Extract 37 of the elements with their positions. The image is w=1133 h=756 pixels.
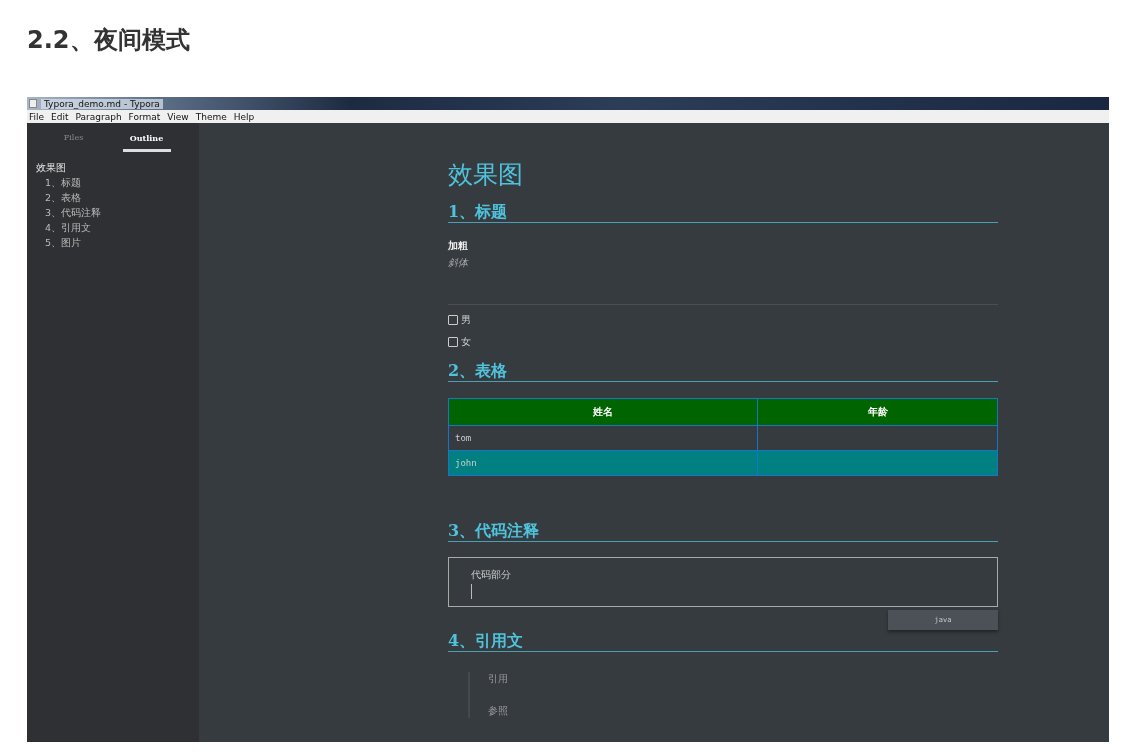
quote-line: 引用 [488,672,509,686]
outline-item[interactable]: 1、标题 [36,175,199,190]
menu-item[interactable]: Theme [195,111,227,122]
sidebar-tab[interactable]: Files [49,133,98,152]
column-header: 姓名 [448,398,758,426]
task-label: 男 [461,313,471,327]
menu-item[interactable]: Paragraph [75,111,122,122]
task-label: 女 [461,335,471,349]
code-text: 代码部分 [471,568,512,582]
outline-item[interactable]: 5、图片 [36,235,199,250]
menu-item[interactable]: File [29,111,45,122]
menu-item[interactable]: View [167,111,189,122]
table-cell: tom [448,425,758,451]
menu-item[interactable]: Help [233,111,255,122]
section-title: 1、标题 [448,202,998,223]
checkbox[interactable] [448,337,458,347]
section-title: 3、代码注释 [448,521,998,542]
outline-item[interactable]: 3、代码注释 [36,205,199,220]
app-icon [29,99,37,108]
text-cursor [471,584,472,599]
outline-item[interactable]: 2、表格 [36,190,199,205]
italic-text: 斜体 [448,256,470,270]
column-header: 年龄 [757,398,998,426]
table-cell: john [448,450,758,476]
menu-item[interactable]: Edit [51,111,69,122]
outline-item[interactable]: 4、引用文 [36,220,199,235]
checkbox[interactable] [448,315,458,325]
quote-line: 参照 [488,704,509,718]
sidebar-tab[interactable]: Outline [122,133,171,152]
section-title: 4、引用文 [448,631,998,652]
section-heading: 2.2、夜间模式 [27,25,191,56]
outline-item[interactable]: 效果图 [36,160,199,175]
section-title: 2、表格 [448,361,998,382]
window-title: Typora_demo.md - Typora [41,98,163,109]
menu-item[interactable]: Format [128,111,161,122]
document-title: 效果图 [448,160,524,190]
bold-text: 加粗 [448,239,469,253]
